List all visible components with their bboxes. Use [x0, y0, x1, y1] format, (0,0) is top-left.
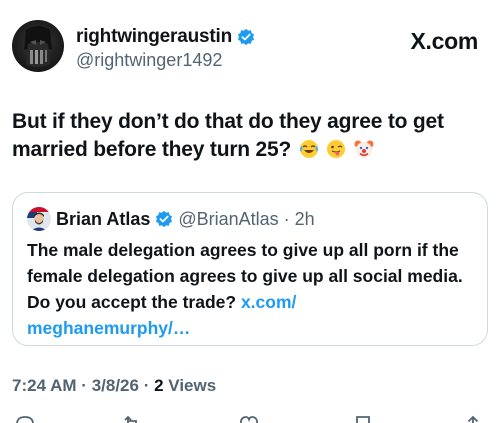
- tweet-meta: 7:24 AM · 3/8/26 · 2 Views: [12, 376, 216, 396]
- quote-author-handle[interactable]: @BrianAtlas: [178, 209, 278, 230]
- quote-text: The male delegation agrees to give up al…: [27, 237, 475, 341]
- separator-dot: ·: [143, 376, 155, 395]
- author-avatar[interactable]: [12, 20, 64, 72]
- reply-icon[interactable]: [14, 414, 36, 423]
- clown-face-icon: [354, 140, 374, 158]
- tweet-date[interactable]: 3/8/26: [92, 376, 139, 395]
- quote-verified-badge-icon: [156, 210, 173, 228]
- author-name-row[interactable]: rightwingeraustin: [76, 26, 255, 48]
- views-count: 2: [154, 376, 164, 395]
- action-bar: [0, 412, 500, 423]
- quote-timestamp[interactable]: 2h: [295, 209, 315, 230]
- winking-face-with-tongue-icon: [327, 140, 346, 158]
- separator-dot: ·: [81, 376, 92, 395]
- bookmark-icon[interactable]: [352, 414, 374, 423]
- quote-author-name[interactable]: Brian Atlas: [56, 209, 150, 230]
- separator-dot: ·: [283, 208, 290, 229]
- views-label: Views: [168, 376, 217, 395]
- face-with-tears-of-joy-icon: [299, 140, 318, 158]
- post-text: But if they don’t do that do they agree …: [12, 108, 482, 164]
- like-icon[interactable]: [238, 414, 260, 423]
- quote-author-avatar[interactable]: [27, 207, 51, 231]
- repost-icon[interactable]: [121, 414, 143, 423]
- post-body: But if they don’t do that do they agree …: [12, 110, 444, 161]
- author-handle[interactable]: @rightwinger1492: [76, 50, 222, 71]
- quote-header: Brian Atlas @BrianAtlas · 2h: [27, 207, 315, 231]
- author-name[interactable]: rightwingeraustin: [76, 26, 232, 48]
- verified-badge-icon: [237, 28, 255, 46]
- tweet-time[interactable]: 7:24 AM: [12, 376, 77, 395]
- brand-text: X.com: [410, 28, 478, 54]
- brand-logo: X.com: [410, 28, 478, 55]
- quoted-tweet-card[interactable]: Brian Atlas @BrianAtlas · 2h The male de…: [12, 192, 488, 346]
- share-icon[interactable]: [462, 414, 484, 423]
